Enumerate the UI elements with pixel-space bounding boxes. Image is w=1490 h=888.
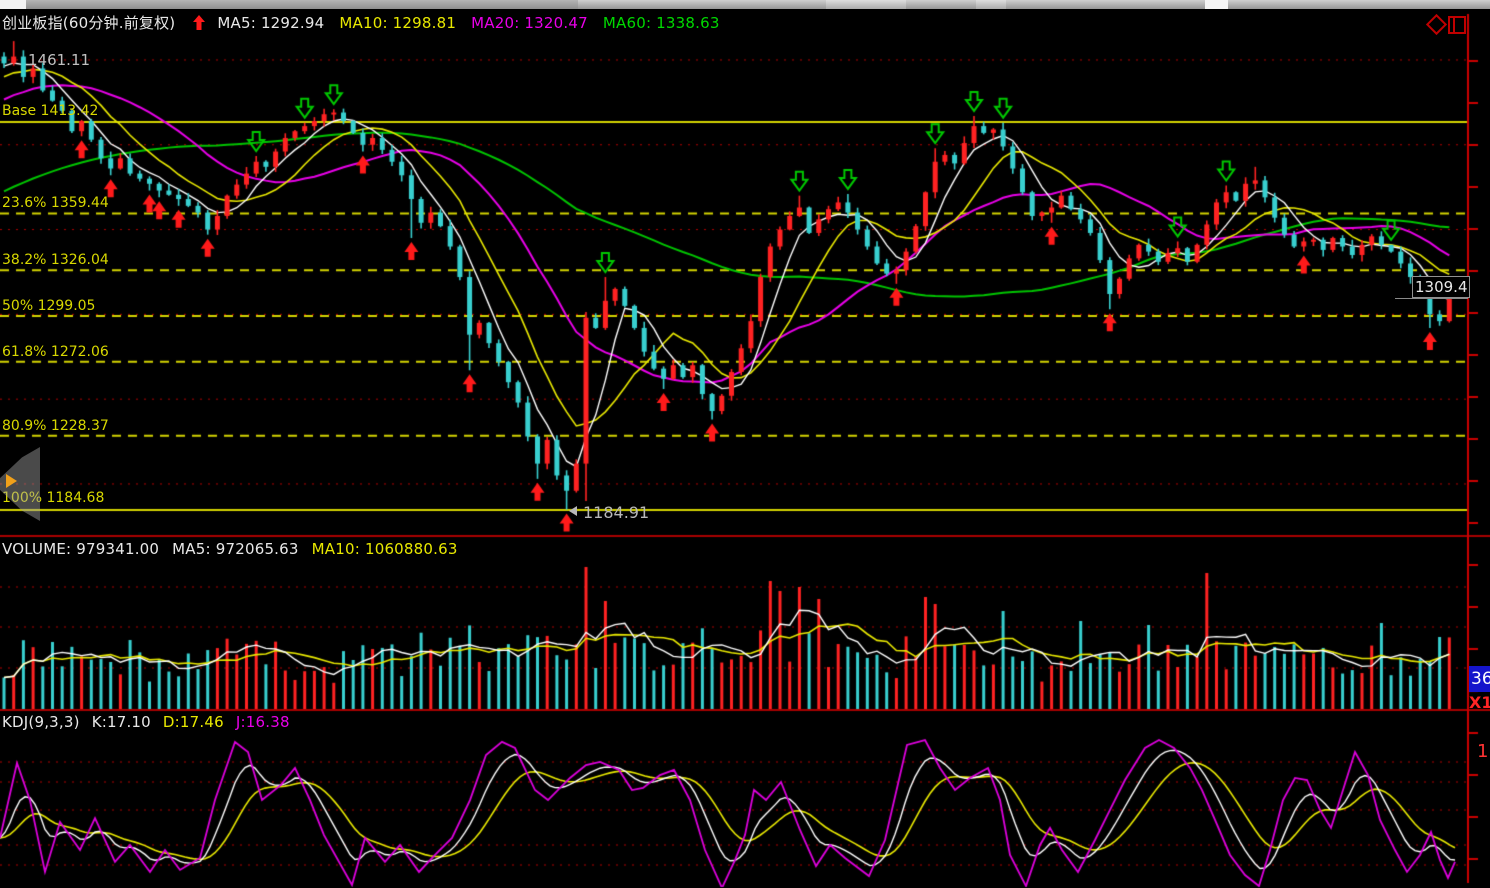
- toolbar-bottom-strip: [0, 0, 1490, 9]
- volume-scale-badge: 36: [1469, 666, 1490, 692]
- low-pointer-icon: [569, 506, 577, 516]
- kdj-j-value: J:16.38: [236, 713, 290, 731]
- ma10-legend: MA10: 1298.81: [339, 14, 456, 32]
- current-price-line: [1395, 298, 1468, 299]
- fib-618-label: 61.8% 1272.06: [2, 344, 109, 360]
- window-split-icon[interactable]: [1448, 16, 1466, 34]
- fib-236-label: 23.6% 1359.44: [2, 195, 109, 211]
- toolbar-segment: [0, 0, 26, 9]
- ma60-legend: MA60: 1338.63: [603, 14, 720, 32]
- toolbar-segment: [26, 0, 578, 9]
- fib-382-label: 38.2% 1326.04: [2, 252, 109, 268]
- kdj-header: KDJ(9,3,3) K:17.10 D:17.46 J:16.38: [2, 713, 290, 731]
- chart-canvas[interactable]: [0, 9, 1490, 888]
- toolbar-segment: [826, 0, 906, 9]
- window-split-icon-bar: [1453, 18, 1455, 32]
- volume-ma10-value: MA10: 1060880.63: [312, 540, 458, 558]
- toolbar-segment: [1205, 0, 1228, 9]
- low-price-annotation: 1184.91: [583, 503, 649, 522]
- instrument-title: 创业板指(60分钟.前复权): [2, 12, 175, 33]
- fib-base-label: Base 1413.42: [2, 103, 98, 119]
- scroll-left-arrow-icon[interactable]: [6, 474, 17, 488]
- kdj-title: KDJ(9,3,3): [2, 713, 80, 731]
- kdj-axis-label-fragment: 1: [1477, 741, 1488, 762]
- ma5-legend: MA5: 1292.94: [217, 14, 324, 32]
- main-chart-header: 创业板指(60分钟.前复权) MA5: 1292.94 MA10: 1298.8…: [2, 12, 720, 33]
- up-arrow-icon: [192, 15, 206, 31]
- kdj-d-value: D:17.46: [163, 713, 224, 731]
- high-price-annotation: 1461.11: [28, 51, 90, 69]
- volume-header: VOLUME: 979341.00 MA5: 972065.63 MA10: 1…: [2, 540, 458, 558]
- volume-value: VOLUME: 979341.00: [2, 540, 159, 558]
- volume-ma5-value: MA5: 972065.63: [172, 540, 298, 558]
- toolbar-segment: [976, 0, 1006, 9]
- kdj-k-value: K:17.10: [92, 713, 151, 731]
- ma20-legend: MA20: 1320.47: [471, 14, 588, 32]
- current-price-label: 1309.4: [1412, 276, 1470, 298]
- chart-root: 创业板指(60分钟.前复权) MA5: 1292.94 MA10: 1298.8…: [0, 9, 1490, 888]
- volume-unit-label: X1: [1469, 693, 1490, 712]
- fib-809-label: 80.9% 1228.37: [2, 418, 109, 434]
- fib-50-label: 50% 1299.05: [2, 298, 95, 314]
